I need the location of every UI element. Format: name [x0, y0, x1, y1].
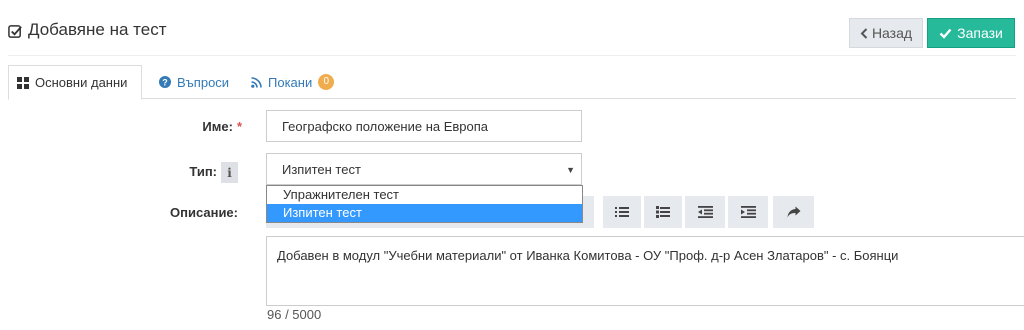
- character-counter: 96 / 5000: [267, 307, 322, 322]
- indent-icon: [740, 206, 756, 218]
- header-divider: [8, 55, 1016, 56]
- invites-count-badge: 0: [318, 74, 335, 90]
- tab-bar: Основни данни ? Въпроси Покани 0: [8, 65, 1016, 100]
- info-icon[interactable]: i: [221, 162, 238, 183]
- list-icon: [615, 207, 629, 217]
- name-input[interactable]: Географско положение на Европа: [266, 110, 582, 142]
- type-option-practice[interactable]: Упражнителен тест: [267, 186, 582, 204]
- save-button[interactable]: Запази: [927, 18, 1015, 48]
- tab-invites[interactable]: Покани 0: [243, 65, 342, 99]
- dropdown-arrow-icon: ▼: [566, 165, 575, 175]
- name-label: Име: *: [150, 119, 242, 134]
- name-label-text: Име:: [202, 119, 233, 134]
- description-label: Описание:: [170, 205, 238, 220]
- redo-button[interactable]: [773, 196, 814, 228]
- required-marker: *: [236, 119, 242, 134]
- back-button[interactable]: Назад: [849, 18, 923, 48]
- tab-label: Въпроси: [177, 74, 230, 90]
- rss-icon: [251, 76, 262, 88]
- share-icon: [787, 206, 800, 218]
- name-input-value: Географско положение на Европа: [282, 118, 489, 134]
- outdent-icon: [697, 206, 713, 218]
- indent-button[interactable]: [728, 196, 768, 228]
- page-title: Добавяне на тест: [28, 20, 167, 39]
- outdent-button[interactable]: [685, 196, 725, 228]
- type-label: Тип:: [189, 164, 217, 179]
- back-button-label: Назад: [871, 25, 913, 41]
- tab-label: Основни данни: [35, 75, 128, 90]
- grid-icon: [17, 76, 29, 89]
- type-select-value: Изпитен тест: [282, 161, 361, 177]
- check-icon: [939, 28, 952, 39]
- type-dropdown-list: Упражнителен тест Изпитен тест: [266, 185, 583, 223]
- save-button-label: Запази: [957, 25, 1003, 41]
- type-select[interactable]: Изпитен тест ▼: [266, 153, 582, 185]
- type-option-exam[interactable]: Изпитен тест: [267, 204, 582, 222]
- ordered-list-button[interactable]: [644, 196, 682, 228]
- tab-questions[interactable]: ? Въпроси: [151, 65, 237, 99]
- page-header: Добавяне на тест Назад Запази: [0, 0, 1024, 58]
- list-ol-icon: [656, 206, 670, 218]
- tab-label: Покани: [268, 74, 313, 90]
- tab-basic-data[interactable]: Основни данни: [8, 65, 142, 100]
- check-square-icon: [8, 25, 22, 38]
- description-text: Добавен в модул "Учебни материали" от Ив…: [277, 248, 899, 263]
- svg-text:?: ?: [162, 78, 168, 88]
- description-textarea[interactable]: Добавен в модул "Учебни материали" от Ив…: [266, 236, 1024, 306]
- question-circle-icon: ?: [159, 76, 171, 88]
- unordered-list-button[interactable]: [603, 196, 641, 228]
- chevron-left-icon: [860, 27, 868, 39]
